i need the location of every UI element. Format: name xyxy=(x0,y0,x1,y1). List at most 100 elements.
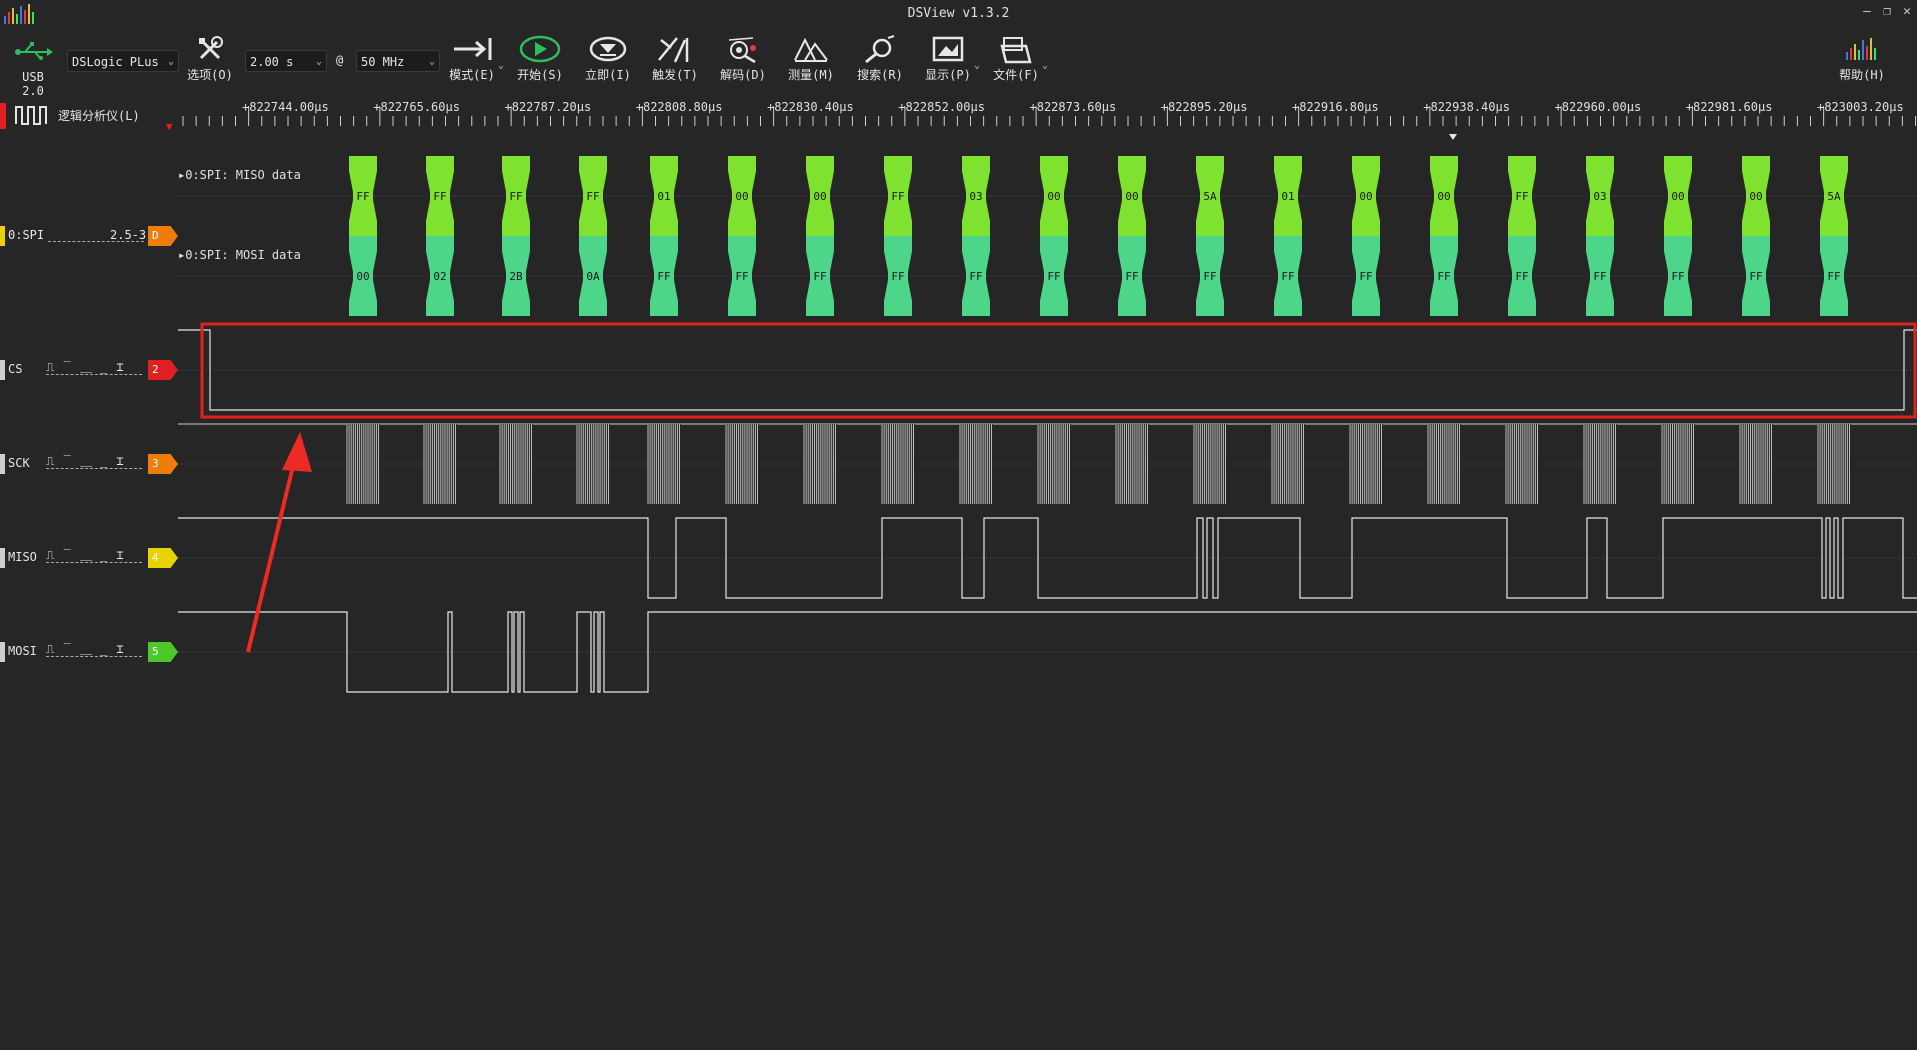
options-button[interactable]: 选项(O) xyxy=(180,34,240,83)
samplerate-select[interactable]: 50 MHz ⌄ xyxy=(356,50,440,72)
mosi-decode-cell[interactable]: FF xyxy=(1664,236,1692,316)
title-bar: DSView v1.3.2 – ❐ ✕ xyxy=(0,0,1917,28)
help-label: 帮助(H) xyxy=(1839,68,1885,82)
ruler-tick-label: +822787.20μs xyxy=(504,100,592,114)
mosi-decode-cell[interactable]: FF xyxy=(962,236,990,316)
miso-decode-cell[interactable]: 00 xyxy=(728,156,756,236)
mosi-decode-cell[interactable]: FF xyxy=(1820,236,1848,316)
decode-cell-value: FF xyxy=(1515,190,1528,203)
decode-cell-value: FF xyxy=(1671,270,1684,283)
miso-decode-cell[interactable]: 00 xyxy=(806,156,834,236)
mosi-decode-cell[interactable]: FF xyxy=(1196,236,1224,316)
measure-button[interactable]: 测量(M) xyxy=(781,34,841,83)
mosi-decode-cell[interactable]: FF xyxy=(1742,236,1770,316)
mosi-decode-cell[interactable]: 0A xyxy=(579,236,607,316)
file-button[interactable]: 文件(F) xyxy=(986,34,1046,83)
miso-decode-cell[interactable]: 03 xyxy=(962,156,990,236)
decode-button[interactable]: 解码(D) xyxy=(713,34,773,83)
decode-cell-value: 03 xyxy=(1593,190,1606,203)
miso-decode-cell[interactable]: 00 xyxy=(1664,156,1692,236)
miso-decode-cell[interactable]: 5A xyxy=(1820,156,1848,236)
mosi-decode-cell[interactable]: FF xyxy=(1430,236,1458,316)
waveform-area[interactable]: FF FF FF FF 01 00 00 FF 03 00 00 5A 01 00 00 FF 03 00 00 5A… xyxy=(0,140,1917,700)
mode-button[interactable]: 模式(E) xyxy=(442,34,502,83)
mosi-decode-cell[interactable]: FF xyxy=(1586,236,1614,316)
chevron-down-icon: ⌄ xyxy=(498,60,505,71)
miso-decode-cell[interactable]: 00 xyxy=(1430,156,1458,236)
restore-button[interactable]: ❐ xyxy=(1878,4,1896,20)
chevron-down-icon: ⌄ xyxy=(315,56,322,67)
miso-decode-cell[interactable]: FF xyxy=(502,156,530,236)
decode-cell-value: FF xyxy=(813,270,826,283)
decode-cell-value: 00 xyxy=(735,190,748,203)
mosi-decode-cell[interactable]: FF xyxy=(884,236,912,316)
sck-clock-burst xyxy=(647,424,681,504)
duration-select[interactable]: 2.00 s ⌄ xyxy=(245,50,327,72)
decode-cell-value: 01 xyxy=(1281,190,1294,203)
decode-cell-value: 00 xyxy=(1749,190,1762,203)
miso-decode-cell[interactable]: 00 xyxy=(1040,156,1068,236)
miso-decode-cell[interactable]: 00 xyxy=(1352,156,1380,236)
device-select[interactable]: DSLogic PLus ⌄ xyxy=(67,50,179,72)
search-button[interactable]: 搜索(R) xyxy=(850,34,910,83)
decode-cell-value: FF xyxy=(891,270,904,283)
measure-icon xyxy=(794,37,828,62)
mosi-decode-cell[interactable]: 00 xyxy=(349,236,377,316)
start-button[interactable]: 开始(S) xyxy=(510,34,570,83)
samplerate-value: 50 MHz xyxy=(361,55,405,69)
mosi-decode-cell[interactable]: FF xyxy=(1118,236,1146,316)
ruler-tick-label: +822981.60μs xyxy=(1685,100,1773,114)
mosi-decode-cell[interactable]: FF xyxy=(1508,236,1536,316)
miso-decode-cell[interactable]: 01 xyxy=(650,156,678,236)
decode-cell-value: FF xyxy=(1359,270,1372,283)
ruler-tick-label: +823003.20μs xyxy=(1817,100,1904,114)
decode-cell-value: 03 xyxy=(969,190,982,203)
mosi-decode-cell[interactable]: FF xyxy=(1352,236,1380,316)
minimize-button[interactable]: – xyxy=(1858,4,1876,20)
decode-cell-value: FF xyxy=(1593,270,1606,283)
folder-icon xyxy=(1000,37,1032,64)
mosi-decode-cell[interactable]: FF xyxy=(806,236,834,316)
miso-decode-cell[interactable]: FF xyxy=(884,156,912,236)
decode-cell-value: FF xyxy=(1515,270,1528,283)
play-icon xyxy=(519,35,561,63)
trigger-icon xyxy=(658,37,689,63)
decode-cell-value: FF xyxy=(735,270,748,283)
sck-clock-burst xyxy=(803,424,837,504)
miso-decode-cell[interactable]: 00 xyxy=(1742,156,1770,236)
mode-arrow-icon xyxy=(454,38,492,60)
decode-cell-value: 00 xyxy=(1047,190,1060,203)
mosi-decode-cell[interactable]: FF xyxy=(1274,236,1302,316)
device-select-value: DSLogic PLus xyxy=(72,55,159,69)
decode-cell-value: FF xyxy=(433,190,446,203)
ruler-tick-label: +822916.80μs xyxy=(1292,100,1379,114)
miso-decode-cell[interactable]: 01 xyxy=(1274,156,1302,236)
miso-decode-cell[interactable]: 00 xyxy=(1118,156,1146,236)
miso-decode-cell[interactable]: FF xyxy=(349,156,377,236)
miso-decode-cell[interactable]: FF xyxy=(579,156,607,236)
mosi-decode-cell[interactable]: 02 xyxy=(426,236,454,316)
miso-decode-cell[interactable]: FF xyxy=(426,156,454,236)
help-logo-icon xyxy=(1846,38,1876,60)
display-icon xyxy=(932,36,964,62)
mosi-decode-cell[interactable]: FF xyxy=(1040,236,1068,316)
ruler-tick-label: +822938.40μs xyxy=(1423,100,1510,114)
help-button[interactable]: 帮助(H) xyxy=(1832,34,1892,83)
miso-decode-cell[interactable]: FF xyxy=(1508,156,1536,236)
ruler-tick-label: +822895.20μs xyxy=(1160,100,1248,114)
mosi-decode-cell[interactable]: 2B xyxy=(502,236,530,316)
ruler-tick-label: +822830.40μs xyxy=(767,100,854,114)
miso-decode-cell[interactable]: 5A xyxy=(1196,156,1224,236)
decode-cell-value: 02 xyxy=(433,270,446,283)
display-button[interactable]: 显示(P) xyxy=(918,34,978,83)
sck-clock-burst xyxy=(1583,424,1617,504)
instant-button[interactable]: 立即(I) xyxy=(578,34,638,83)
sck-clock-burst xyxy=(1115,424,1149,504)
miso-decode-cell[interactable]: 03 xyxy=(1586,156,1614,236)
decode-cell-value: FF xyxy=(586,190,599,203)
mosi-decode-cell[interactable]: FF xyxy=(650,236,678,316)
mosi-decode-cell[interactable]: FF xyxy=(728,236,756,316)
ruler-tick-label: +822744.00μs xyxy=(242,100,329,114)
close-button[interactable]: ✕ xyxy=(1898,4,1916,20)
trigger-button[interactable]: 触发(T) xyxy=(645,34,705,83)
